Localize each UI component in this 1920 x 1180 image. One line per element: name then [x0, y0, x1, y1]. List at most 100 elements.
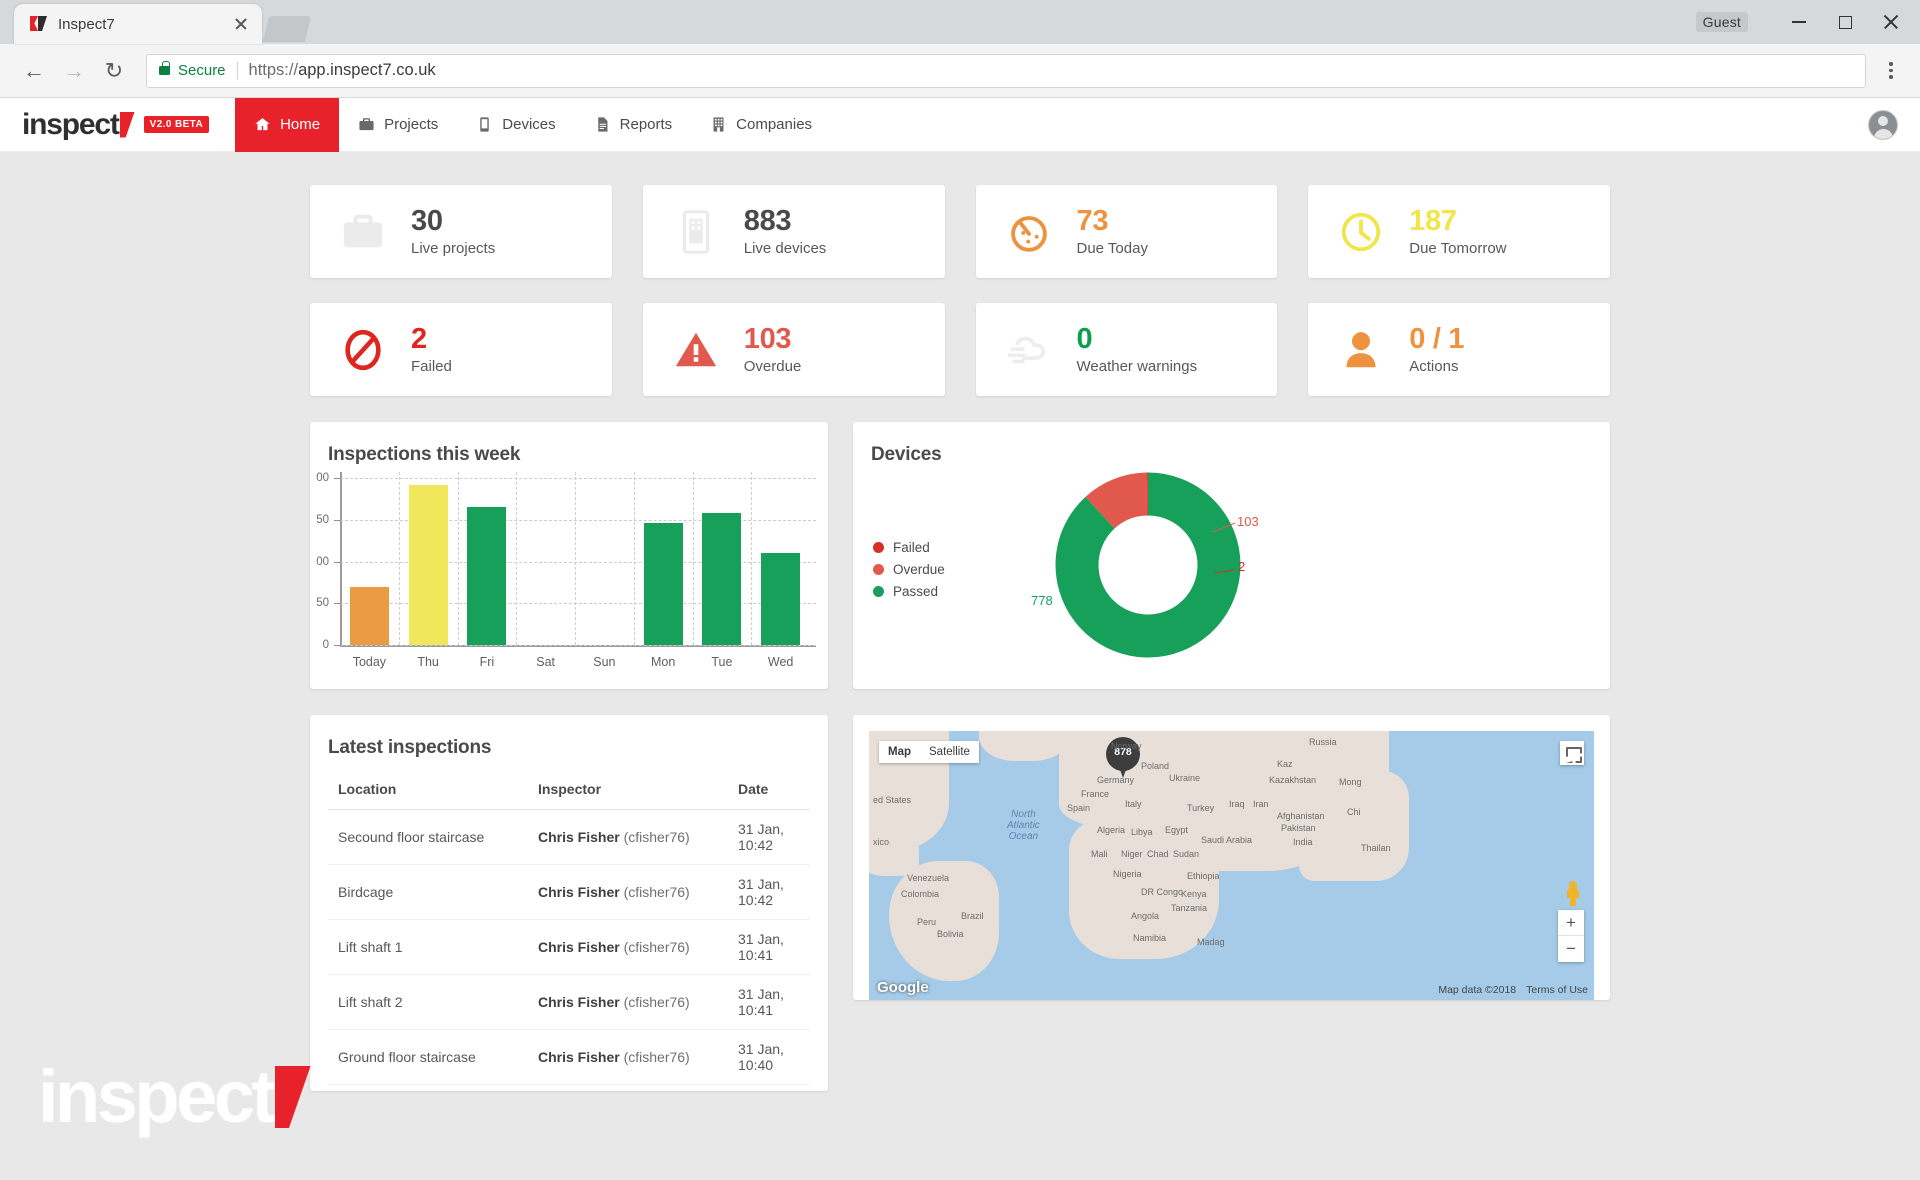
- chart-bar[interactable]: [409, 485, 448, 645]
- map-label: Angola: [1131, 911, 1159, 921]
- table-row[interactable]: BirdcageChris Fisher (cfisher76)31 Jan, …: [328, 865, 810, 920]
- map-label: Egypt: [1165, 825, 1188, 835]
- inspector-username: (cfisher76): [620, 1049, 690, 1065]
- map-type-switcher[interactable]: Map Satellite: [879, 741, 979, 763]
- stat-card-due-tomorrow[interactable]: 187 Due Tomorrow: [1308, 185, 1610, 278]
- map-label: Mali: [1091, 849, 1108, 859]
- reload-icon[interactable]: ↻: [94, 51, 134, 91]
- url-text: https://app.inspect7.co.uk: [249, 61, 436, 80]
- maximize-button[interactable]: [1822, 3, 1868, 41]
- table-row[interactable]: Ground floor staircaseChris Fisher (cfis…: [328, 1030, 810, 1085]
- new-tab-button[interactable]: [263, 16, 311, 42]
- browser-tab[interactable]: Inspect7: [14, 4, 262, 44]
- user-avatar[interactable]: [1868, 110, 1898, 140]
- chart-x-tick-label: Tue: [693, 655, 752, 669]
- stat-card-overdue[interactable]: 103 Overdue: [643, 303, 945, 396]
- map-label: ed States: [873, 795, 911, 805]
- cell-date: 31 Jan, 10:40: [728, 1030, 810, 1085]
- legend-item-failed: Failed: [873, 540, 945, 555]
- map-label: Norway: [1111, 741, 1142, 751]
- logo-tick-icon: [120, 112, 135, 138]
- stat-label: Due Tomorrow: [1409, 240, 1506, 257]
- map-type-map[interactable]: Map: [879, 741, 920, 763]
- nav-label-reports: Reports: [620, 116, 673, 133]
- stat-card-weather-warnings[interactable]: 0 Weather warnings: [976, 303, 1278, 396]
- map-label: Ukraine: [1169, 773, 1200, 783]
- cell-inspector: Chris Fisher (cfisher76): [528, 810, 728, 865]
- google-map[interactable]: Map Satellite 878 +: [869, 731, 1594, 1000]
- stat-card-live-devices[interactable]: 883 Live devices: [643, 185, 945, 278]
- stat-card-failed[interactable]: 2 Failed: [310, 303, 612, 396]
- stat-row-2: 2 Failed 103 Overdue: [310, 303, 1610, 396]
- nav-item-home[interactable]: Home: [235, 98, 339, 152]
- chart-bar[interactable]: [702, 513, 741, 645]
- cell-location: Birdcage: [328, 865, 528, 920]
- lock-icon: [159, 66, 170, 75]
- table-row[interactable]: Lift shaft 1Chris Fisher (cfisher76)31 J…: [328, 920, 810, 975]
- map-label: Iraq: [1229, 799, 1245, 809]
- cell-inspector: Chris Fisher (cfisher76): [528, 1030, 728, 1085]
- chart-x-tick-label: Sat: [516, 655, 575, 669]
- chart-bar[interactable]: [761, 553, 800, 645]
- map-label: Pakistan: [1281, 823, 1316, 833]
- chart-gridline: [340, 645, 816, 646]
- chart-bar[interactable]: [467, 507, 506, 645]
- inspector-username: (cfisher76): [620, 829, 690, 845]
- inspector-name: Chris Fisher: [538, 1049, 620, 1065]
- map-zoom-in-button[interactable]: +: [1558, 910, 1584, 936]
- map-label: Kazakhstan: [1269, 775, 1316, 785]
- stat-card-due-today[interactable]: 73 Due Today: [976, 185, 1278, 278]
- bottom-row: Latest inspections Location Inspector Da…: [310, 715, 1610, 1091]
- nav-item-projects[interactable]: Projects: [339, 98, 457, 152]
- map-zoom-controls[interactable]: + −: [1558, 910, 1584, 962]
- cell-location: Lift shaft 1: [328, 920, 528, 975]
- warning-triangle-icon: [673, 327, 719, 373]
- table-header-row: Location Inspector Date: [328, 773, 810, 810]
- app-logo[interactable]: inspect V2.0 BETA: [22, 108, 209, 142]
- map-terms-link[interactable]: Terms of Use: [1526, 984, 1588, 996]
- latest-inspections-body: Secound floor staircaseChris Fisher (cfi…: [328, 810, 810, 1085]
- nav-item-devices[interactable]: Devices: [457, 98, 574, 152]
- guest-profile-chip[interactable]: Guest: [1696, 12, 1748, 32]
- stat-card-live-projects[interactable]: 30 Live projects: [310, 185, 612, 278]
- stat-label: Failed: [411, 358, 452, 375]
- map-label: North Atlantic Ocean: [1007, 809, 1040, 842]
- nav-label-devices: Devices: [502, 116, 555, 133]
- address-bar[interactable]: Secure https://app.inspect7.co.uk: [146, 54, 1866, 88]
- stat-card-actions[interactable]: 0 / 1 Actions: [1308, 303, 1610, 396]
- cell-date: 31 Jan, 10:42: [728, 865, 810, 920]
- donut-chart: 103 2 778: [1048, 465, 1278, 670]
- building-icon: [710, 116, 727, 133]
- map-label: Venezuela: [907, 873, 949, 883]
- briefcase-icon: [358, 116, 375, 133]
- legend-item-passed: Passed: [873, 584, 945, 599]
- map-type-satellite[interactable]: Satellite: [920, 741, 979, 763]
- map-label: Iran: [1253, 799, 1269, 809]
- stat-value: 103: [744, 324, 802, 354]
- donut-legend: Failed Overdue Passed: [873, 540, 945, 606]
- forward-arrow-icon[interactable]: →: [54, 51, 94, 91]
- street-view-pegman-icon[interactable]: [1563, 880, 1583, 908]
- chart-bar[interactable]: [350, 587, 389, 645]
- col-location: Location: [328, 773, 528, 810]
- back-arrow-icon[interactable]: ←: [14, 51, 54, 91]
- clock-icon: [1338, 209, 1384, 255]
- map-label: Russia: [1309, 737, 1337, 747]
- map-attribution: Map data ©2018 Terms of Use: [1438, 984, 1588, 996]
- nav-item-companies[interactable]: Companies: [691, 98, 831, 152]
- table-row[interactable]: Lift shaft 2Chris Fisher (cfisher76)31 J…: [328, 975, 810, 1030]
- chart-y-tick-label: 00: [310, 472, 329, 484]
- close-button[interactable]: [1868, 3, 1914, 41]
- chart-bar[interactable]: [644, 523, 683, 645]
- fullscreen-icon[interactable]: [1560, 741, 1584, 765]
- nav-item-reports[interactable]: Reports: [575, 98, 692, 152]
- chart-vertical-gridline: [458, 472, 459, 645]
- browser-menu-icon[interactable]: [1876, 62, 1906, 79]
- map-zoom-out-button[interactable]: −: [1558, 936, 1584, 962]
- table-row[interactable]: Secound floor staircaseChris Fisher (cfi…: [328, 810, 810, 865]
- tab-close-icon[interactable]: [230, 13, 252, 35]
- inspector-name: Chris Fisher: [538, 994, 620, 1010]
- stat-value: 2: [411, 324, 452, 354]
- nav-label-companies: Companies: [736, 116, 812, 133]
- minimize-button[interactable]: [1776, 3, 1822, 41]
